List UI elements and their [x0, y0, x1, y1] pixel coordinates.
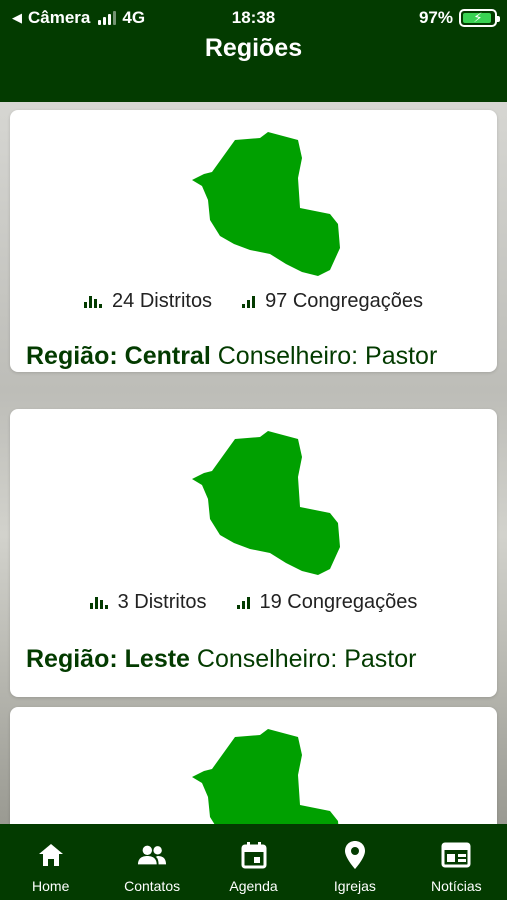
- region-title: Região: Central Conselheiro: Pastor: [26, 342, 437, 371]
- tab-label[interactable]: Agenda: [229, 878, 277, 894]
- region-map-icon: [192, 132, 340, 276]
- region-counselor: Conselheiro: Pastor: [196, 645, 417, 673]
- region-title: Região: Leste Conselheiro: Pastor: [26, 645, 416, 674]
- region-map-icon: [192, 729, 339, 824]
- signal-bars-icon: [236, 596, 250, 609]
- region-card[interactable]: 3 Distritos 19 Congregações Região: Lest…: [10, 409, 497, 697]
- districts-count: 24 Distritos: [112, 290, 213, 312]
- tab-igrejas[interactable]: Igrejas: [304, 824, 405, 900]
- location-icon[interactable]: [340, 840, 370, 870]
- calendar-icon[interactable]: [239, 840, 269, 870]
- congregations-stat: 19 Congregações: [236, 591, 418, 614]
- region-card[interactable]: 24 Distritos 97 Congregações Região: Cen…: [10, 110, 497, 372]
- tab-label[interactable]: Notícias: [431, 878, 482, 894]
- app-header: ◀ Câmera 4G 18:38 97% ⚡ Regiões: [0, 0, 507, 102]
- congregations-stat: 97 Congregações: [242, 290, 423, 313]
- region-counselor: Conselheiro: Pastor: [217, 342, 438, 370]
- districts-stat: 3 Distritos: [89, 591, 207, 614]
- tab-label[interactable]: Contatos: [124, 878, 180, 894]
- bar-chart-icon: [89, 596, 108, 609]
- tab-label[interactable]: Home: [32, 878, 69, 894]
- tab-agenda[interactable]: Agenda: [203, 824, 304, 900]
- page-title: Regiões: [204, 34, 303, 62]
- region-stats: 3 Distritos 19 Congregações: [10, 591, 497, 614]
- region-card[interactable]: [10, 707, 497, 824]
- people-icon[interactable]: [137, 840, 167, 870]
- region-stats: 24 Distritos 97 Congregações: [10, 290, 497, 313]
- bottom-tab-bar: Home Contatos Agenda Igrejas Notícias: [0, 824, 507, 900]
- districts-count: 3 Distritos: [117, 591, 207, 613]
- battery-icon: ⚡: [459, 9, 500, 27]
- tab-home[interactable]: Home: [0, 824, 101, 900]
- region-name: Leste: [124, 645, 190, 673]
- tab-noticias[interactable]: Notícias: [406, 824, 507, 900]
- home-icon[interactable]: [36, 840, 66, 870]
- districts-stat: 24 Distritos: [84, 290, 212, 313]
- region-label: Região:: [26, 645, 118, 673]
- status-bar: ◀ Câmera 4G 18:38 97% ⚡: [0, 0, 507, 34]
- status-bar-right: 97% ⚡: [418, 8, 500, 28]
- region-map-icon: [192, 431, 340, 575]
- congregations-count: 19 Congregações: [259, 591, 418, 613]
- congregations-count: 97 Congregações: [265, 290, 423, 312]
- signal-bars-icon: [242, 295, 256, 308]
- regions-list[interactable]: 24 Distritos 97 Congregações Região: Cen…: [0, 102, 507, 824]
- battery-percent: 97%: [418, 8, 453, 27]
- region-name: Central: [124, 342, 211, 370]
- region-label: Região:: [26, 342, 118, 370]
- tab-contatos[interactable]: Contatos: [101, 824, 202, 900]
- tab-label[interactable]: Igrejas: [334, 878, 376, 894]
- news-icon[interactable]: [441, 840, 471, 870]
- bar-chart-icon: [84, 295, 103, 308]
